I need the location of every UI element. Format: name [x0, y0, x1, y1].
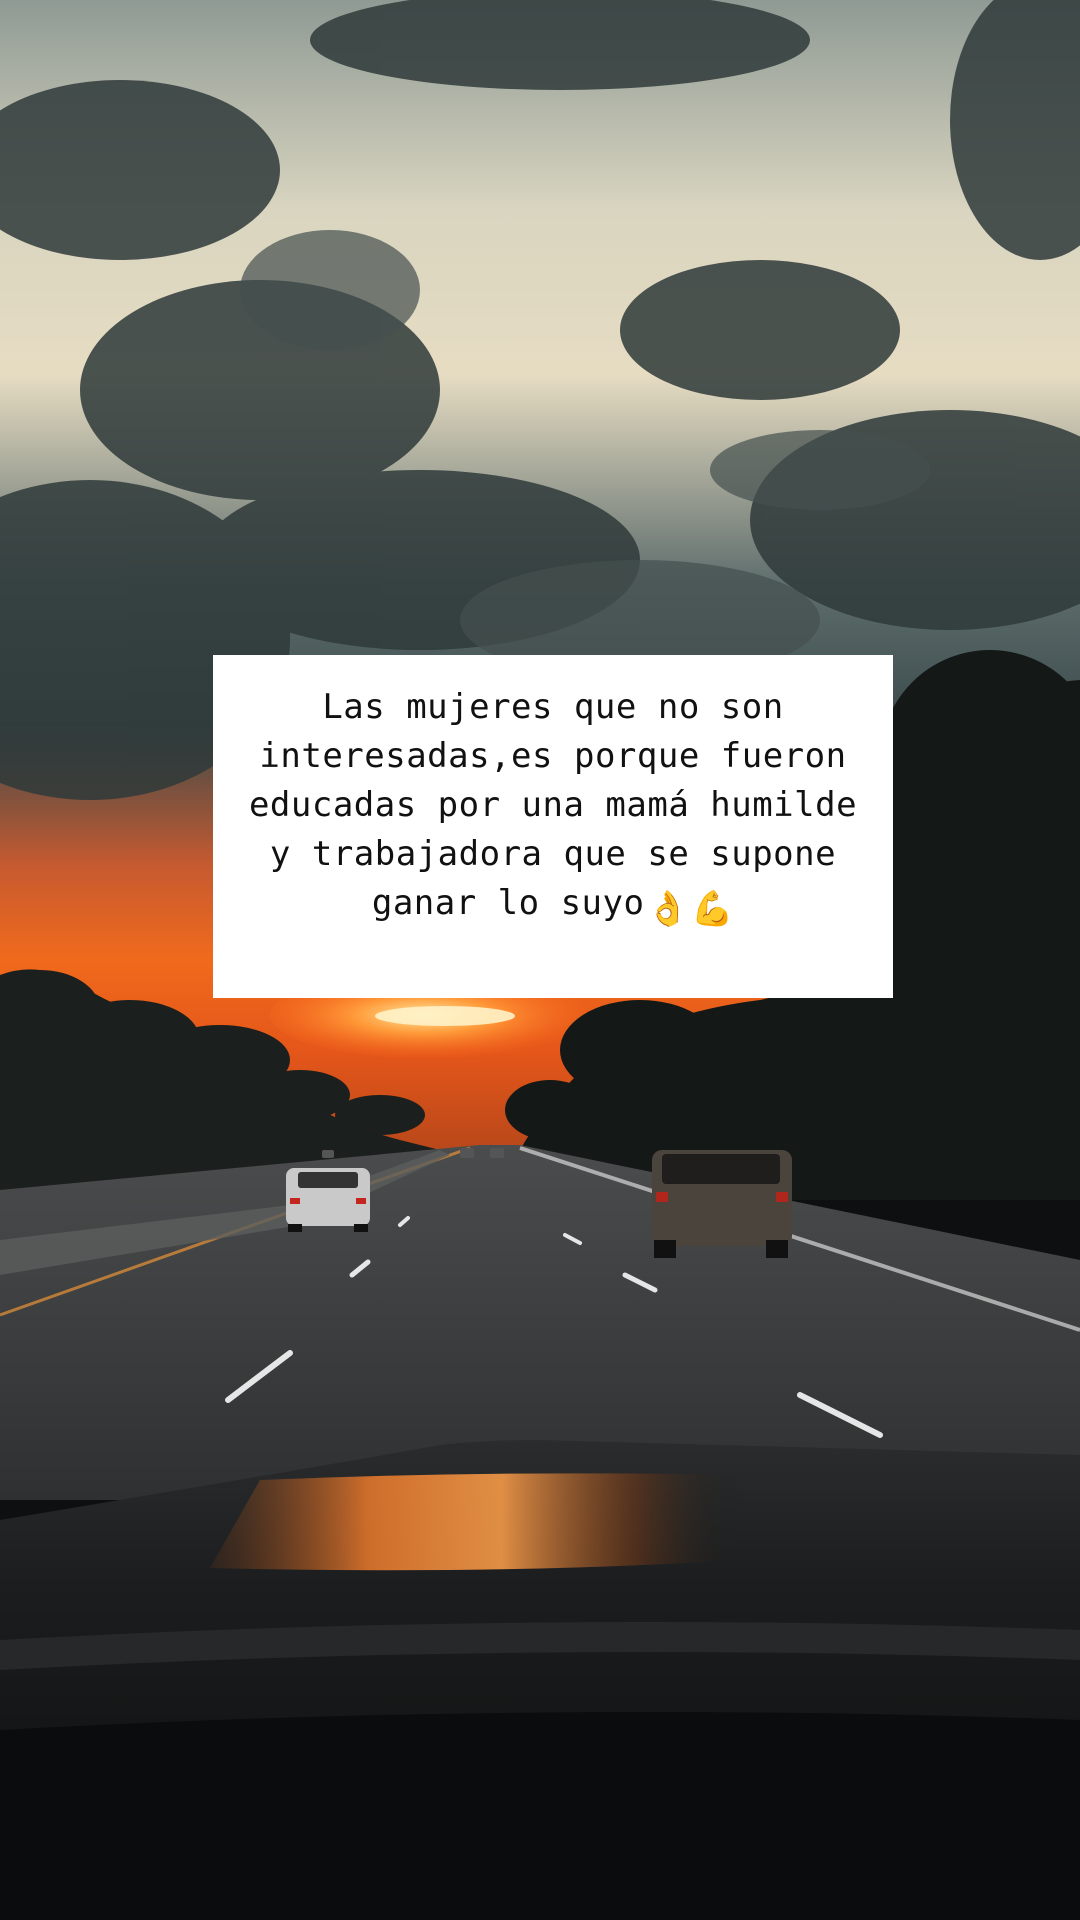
- flexed-biceps-emoji: 💪: [691, 889, 735, 929]
- ok-hand-emoji: 👌: [646, 889, 690, 929]
- car-left: [286, 1168, 370, 1232]
- caption-box: Las mujeres que no son interesadas,es po…: [213, 655, 893, 998]
- caption-text: Las mujeres que no son interesadas,es po…: [233, 683, 873, 934]
- car-right: [652, 1150, 792, 1258]
- photo-background: Las mujeres que no son interesadas,es po…: [0, 0, 1080, 1920]
- caption-body: Las mujeres que no son interesadas,es po…: [248, 687, 858, 923]
